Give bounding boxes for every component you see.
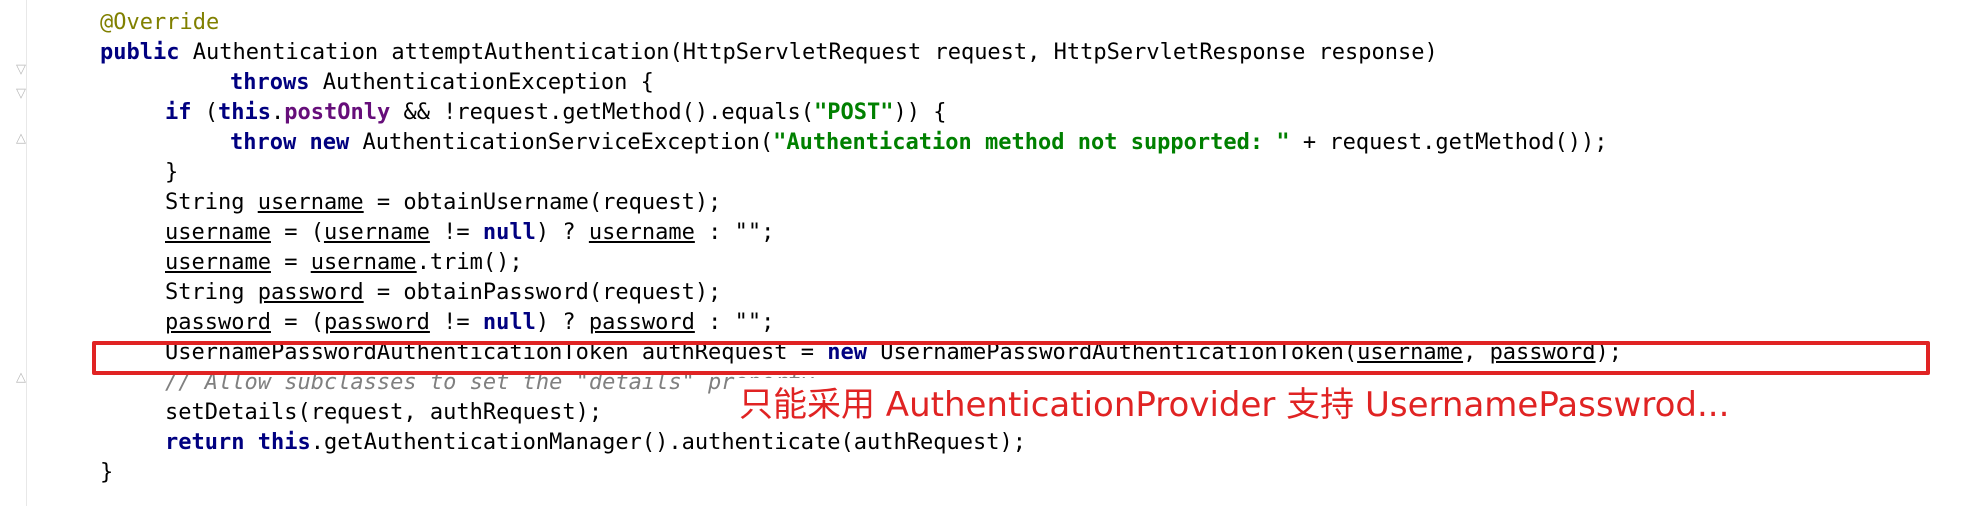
keyword: throw bbox=[230, 130, 297, 155]
keyword: throws bbox=[230, 70, 310, 95]
string-literal: "POST" bbox=[814, 100, 894, 125]
annotation-note: 只能采用 AuthenticationProvider 支持 UsernameP… bbox=[735, 378, 1734, 432]
keyword: this bbox=[257, 430, 311, 455]
code-text: String bbox=[165, 280, 258, 305]
code-line: setDetails(request, authRequest); bbox=[165, 398, 602, 428]
method-signature: Authentication attemptAuthentication(Htt… bbox=[179, 40, 1438, 65]
code-line: public Authentication attemptAuthenticat… bbox=[100, 38, 1438, 68]
variable: username bbox=[588, 220, 695, 245]
keyword: this bbox=[218, 100, 271, 125]
code-text: : ""; bbox=[694, 220, 775, 245]
editor-gutter: ▽ ▽ △ △ bbox=[0, 0, 27, 506]
code-line: } bbox=[100, 458, 113, 488]
code-text: String bbox=[165, 190, 258, 215]
code-text: .getAuthenticationManager().authenticate… bbox=[310, 430, 1026, 455]
keyword: new bbox=[309, 130, 350, 155]
code-text: = ( bbox=[270, 220, 324, 245]
variable: password bbox=[588, 310, 695, 335]
code-text: ) ? bbox=[535, 310, 589, 335]
keyword: return bbox=[165, 430, 245, 455]
variable: password bbox=[165, 310, 271, 335]
field-reference: postOnly bbox=[284, 100, 391, 125]
variable: username bbox=[165, 220, 271, 245]
keyword: if bbox=[165, 100, 192, 125]
code-text: = ( bbox=[270, 310, 324, 335]
variable: username bbox=[257, 190, 364, 215]
annotation: @Override bbox=[100, 10, 220, 35]
code-text: )) { bbox=[893, 100, 947, 125]
code-line: username = username.trim(); bbox=[165, 248, 523, 278]
fold-marker-icon[interactable]: ▽ bbox=[14, 62, 28, 78]
variable: username bbox=[323, 220, 430, 245]
code-text: AuthenticationException { bbox=[309, 70, 654, 95]
code-line: String username = obtainUsername(request… bbox=[165, 188, 721, 218]
code-text: + request.getMethod()); bbox=[1289, 130, 1608, 155]
code-text: = obtainPassword(request); bbox=[363, 280, 722, 305]
highlight-box bbox=[92, 341, 1930, 375]
code-line: return this.getAuthenticationManager().a… bbox=[165, 428, 1026, 458]
code-line: String password = obtainPassword(request… bbox=[165, 278, 721, 308]
keyword: null bbox=[482, 220, 536, 245]
code-text: = bbox=[270, 250, 311, 275]
code-line: password = (password != null) ? password… bbox=[165, 308, 774, 338]
code-text: .trim(); bbox=[416, 250, 523, 275]
fold-marker-icon[interactable]: △ bbox=[14, 370, 28, 386]
code-text: } bbox=[100, 460, 114, 485]
code-text: != bbox=[429, 310, 483, 335]
code-line: if (this.postOnly && !request.getMethod(… bbox=[165, 100, 947, 125]
code-line: } bbox=[165, 158, 178, 188]
variable: username bbox=[310, 250, 417, 275]
code-line: username = (username != null) ? username… bbox=[165, 218, 774, 248]
variable: password bbox=[257, 280, 364, 305]
code-line: throws AuthenticationException { bbox=[230, 68, 654, 98]
string-literal: "Authentication method not supported: " bbox=[773, 130, 1290, 155]
keyword: public bbox=[100, 40, 180, 65]
code-line: @Override bbox=[100, 8, 219, 38]
code-text: AuthenticationServiceException( bbox=[349, 130, 774, 155]
code-line: throw new AuthenticationServiceException… bbox=[230, 128, 1608, 158]
code-text: } bbox=[165, 160, 179, 185]
code-text: = obtainUsername(request); bbox=[363, 190, 722, 215]
fold-marker-icon[interactable]: △ bbox=[14, 131, 28, 147]
variable: username bbox=[165, 250, 271, 275]
fold-marker-icon[interactable]: ▽ bbox=[14, 86, 28, 102]
code-text: ( bbox=[191, 100, 218, 125]
code-text: != bbox=[429, 220, 483, 245]
code-text: ) ? bbox=[535, 220, 589, 245]
code-text: && !request.getMethod().equals( bbox=[390, 100, 815, 125]
code-text: : ""; bbox=[694, 310, 775, 335]
keyword: null bbox=[482, 310, 536, 335]
code-text: setDetails(request, authRequest); bbox=[165, 400, 603, 425]
variable: password bbox=[323, 310, 430, 335]
